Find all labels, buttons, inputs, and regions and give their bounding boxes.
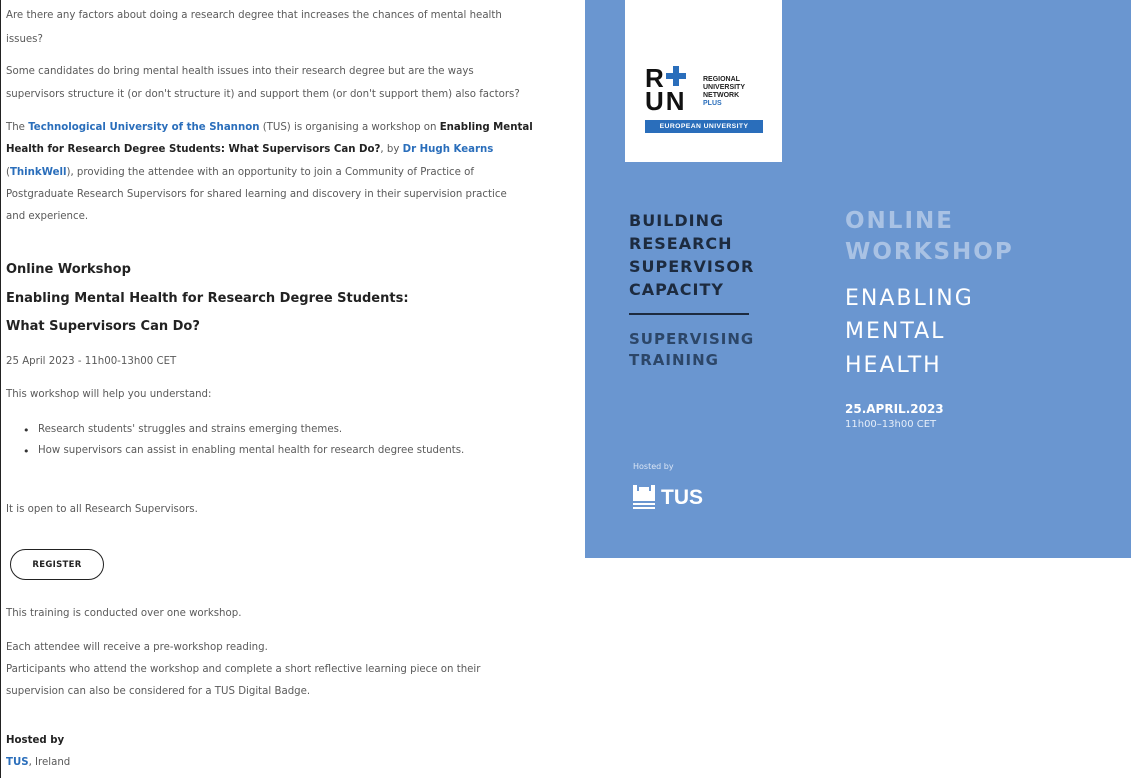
open-to-text: It is open to all Research Supervisors. — [6, 504, 198, 515]
intro-question-line1: Are there any factors about doing a rese… — [6, 10, 502, 21]
workshop-banner: R UN REGIONAL UNIVERSITY NETWORK PLUS EU… — [585, 0, 1131, 558]
paragraph-2-line2: supervisors structure it (or don't struc… — [6, 89, 520, 100]
intro-understand: This workshop will help you understand: — [6, 389, 212, 400]
paragraph-3-line5: and experience. — [6, 211, 89, 222]
heading-title-line1: Enabling Mental Health for Research Degr… — [6, 291, 409, 306]
run-plus-text: PLUS — [703, 100, 722, 107]
tus-link[interactable]: Technological University of the Shannon — [28, 122, 259, 133]
paragraph-3-line2: Health for Research Degree Students: Wha… — [6, 139, 493, 162]
banner-building: BUILDING — [629, 211, 725, 230]
run-regional-text: REGIONAL — [703, 76, 740, 83]
banner-health: HEALTH — [845, 353, 942, 378]
banner-mental: MENTAL — [845, 319, 946, 344]
badge-text-line1: Participants who attend the workshop and… — [6, 664, 481, 675]
banner-divider — [629, 313, 749, 315]
banner-supervisor: SUPERVISOR — [629, 257, 755, 276]
text-fragment: The — [6, 122, 29, 133]
hugh-kearns-link[interactable]: Dr Hugh Kearns — [403, 144, 494, 155]
register-button[interactable]: REGISTER — [10, 549, 104, 580]
workshop-title-bold: Health for Research Degree Students: Wha… — [6, 144, 381, 155]
banner-hosted-by: Hosted by — [633, 462, 674, 471]
left-border — [0, 0, 1, 778]
banner-time: 11h00–13h00 CET — [845, 419, 937, 430]
banner-training: TRAINING — [629, 351, 719, 369]
badge-text-line2: supervision can also be considered for a… — [6, 686, 311, 697]
tus-emblem-icon — [633, 485, 655, 509]
text-fragment: , Ireland — [28, 757, 71, 768]
paragraph-3-line1: The Technological University of the Shan… — [6, 117, 533, 140]
paragraph-3-line4: Postgraduate Research Supervisors for sh… — [6, 189, 507, 200]
list-item: How supervisors can assist in enabling m… — [23, 445, 464, 458]
hosted-by-label: Hosted by — [6, 735, 65, 746]
conducted-text: This training is conducted over one work… — [6, 608, 242, 619]
heading-title-line2: What Supervisors Can Do? — [6, 319, 200, 334]
reading-text: Each attendee will receive a pre-worksho… — [6, 642, 268, 653]
banner-workshop: WORKSHOP — [845, 239, 1014, 265]
thinkwell-link[interactable]: ThinkWell — [10, 167, 67, 178]
paragraph-2-line1: Some candidates do bring mental health i… — [6, 66, 474, 77]
tus-logo: TUS — [633, 485, 703, 511]
plus-cross-icon — [666, 66, 686, 86]
heading-online-workshop: Online Workshop — [6, 262, 131, 277]
text-fragment: (TUS) is organising a workshop on — [259, 122, 440, 133]
banner-capacity: CAPACITY — [629, 280, 724, 299]
european-university-bar: EUROPEAN UNIVERSITY — [645, 120, 763, 133]
paragraph-3-line3: (ThinkWell), providing the attendee with… — [6, 162, 474, 185]
run-network-text: NETWORK — [703, 92, 740, 99]
banner-date: 25.APRIL.2023 — [845, 402, 944, 416]
host-line: TUS, Ireland — [6, 752, 70, 775]
banner-enabling: ENABLING — [845, 286, 974, 311]
text-fragment: , by — [380, 144, 403, 155]
banner-research: RESEARCH — [629, 234, 733, 253]
workshop-title-bold: Enabling Mental — [439, 122, 533, 133]
list-item: Research students' struggles and strains… — [23, 424, 342, 437]
event-date: 25 April 2023 - 11h00-13h00 CET — [6, 356, 177, 367]
intro-question-line2: issues? — [6, 34, 43, 45]
run-logo-un: UN — [645, 86, 687, 116]
tus-logo-text: TUS — [661, 486, 703, 509]
run-logo: R UN REGIONAL UNIVERSITY NETWORK PLUS EU… — [625, 0, 782, 162]
host-tus-link[interactable]: TUS — [6, 757, 29, 768]
banner-supervising: SUPERVISING — [629, 330, 755, 348]
text-fragment: ), providing the attendee with an opport… — [66, 167, 474, 178]
banner-online: ONLINE — [845, 208, 954, 234]
run-university-text: UNIVERSITY — [703, 84, 746, 91]
